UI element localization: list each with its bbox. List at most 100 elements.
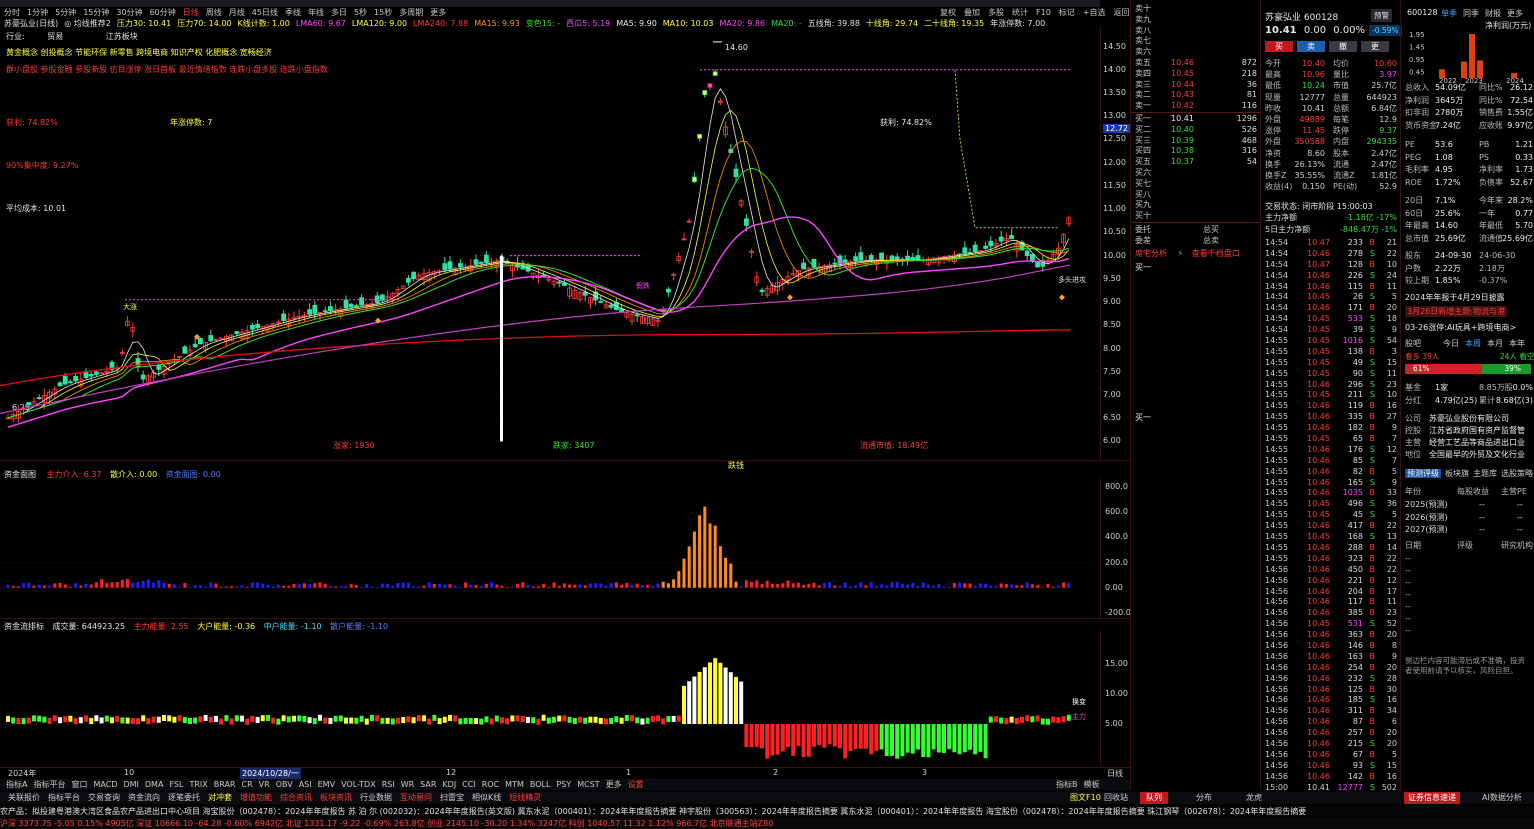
predict-tab-0[interactable]: 预测评级 bbox=[1405, 469, 1441, 478]
predict-tab-1[interactable]: 板块旗 bbox=[1445, 469, 1469, 478]
tool-6[interactable]: +自选 bbox=[1083, 8, 1106, 17]
predict-tab-2[interactable]: 主题库 bbox=[1473, 469, 1497, 478]
trade-button-2[interactable]: 撤 bbox=[1329, 41, 1357, 52]
period-tab-3[interactable]: 15分钟 bbox=[83, 8, 109, 17]
hot-tab-4[interactable]: 本年 bbox=[1509, 338, 1525, 349]
orderbook-tab-1[interactable]: 分布 bbox=[1190, 792, 1218, 804]
function-tab-4[interactable]: 逐笔委托 bbox=[168, 793, 200, 802]
period-tab-14[interactable]: 15秒 bbox=[374, 8, 392, 17]
function-tab-9[interactable]: 行业数据 bbox=[360, 793, 392, 802]
tool-5[interactable]: 标记 bbox=[1059, 8, 1075, 17]
function-tab-8[interactable]: 板块资讯 bbox=[320, 793, 352, 802]
function-tab-12[interactable]: 相似K线 bbox=[472, 793, 501, 802]
tool-4[interactable]: F10 bbox=[1036, 8, 1051, 17]
tool-0[interactable]: 复权 bbox=[940, 8, 956, 17]
indicator-tab-20[interactable]: ROC bbox=[482, 780, 499, 789]
indicator-tab-4[interactable]: DMI bbox=[123, 780, 138, 789]
period-tab-16[interactable]: 更多 bbox=[430, 8, 446, 17]
recycle-link[interactable]: 回收站 bbox=[1104, 792, 1128, 804]
period-tab-13[interactable]: 5秒 bbox=[354, 8, 367, 17]
news-highlight[interactable]: 3月26日新增主题:物流与港 bbox=[1405, 306, 1507, 317]
indicator-tab-6[interactable]: FSL bbox=[169, 780, 183, 789]
period-tab-2[interactable]: 5分钟 bbox=[55, 8, 76, 17]
indicator-tab-9[interactable]: CR bbox=[242, 780, 253, 789]
f10-graph-link[interactable]: 图文F10 bbox=[1070, 792, 1101, 804]
indicator-right-tab-0[interactable]: 指标B bbox=[1056, 780, 1078, 789]
hot-tab-0[interactable]: 股吧 bbox=[1405, 338, 1421, 349]
fin-tab-1[interactable]: 同季 bbox=[1463, 9, 1479, 18]
indicator-tab-21[interactable]: MTM bbox=[505, 780, 524, 789]
stock-name[interactable]: 苏豪弘业 600128 bbox=[1265, 10, 1338, 23]
indicator-tab-13[interactable]: EMV bbox=[318, 780, 335, 789]
hot-tab-1[interactable]: 今日 bbox=[1443, 338, 1459, 349]
indicator-tab-5[interactable]: DMA bbox=[145, 780, 164, 789]
hot-tab-2[interactable]: 本周 bbox=[1465, 338, 1481, 349]
indicator-tab-24[interactable]: MCST bbox=[577, 780, 599, 789]
indicator-tab-10[interactable]: VR bbox=[259, 780, 270, 789]
indicator-tab-26[interactable]: 设置 bbox=[628, 780, 644, 789]
function-tab-5[interactable]: 对冲套 bbox=[208, 793, 232, 802]
indicator-tab-0[interactable]: 指标A bbox=[6, 780, 27, 789]
period-tab-15[interactable]: 多周期 bbox=[399, 8, 423, 17]
period-tab-1[interactable]: 1分钟 bbox=[27, 8, 48, 17]
indicator-tab-16[interactable]: WR bbox=[401, 780, 414, 789]
indicator-right-tab-1[interactable]: 模板 bbox=[1084, 780, 1100, 789]
function-tab-1[interactable]: 指标平台 bbox=[48, 793, 80, 802]
indicator-tab-18[interactable]: KDJ bbox=[442, 780, 456, 789]
indicator-tab-23[interactable]: PSY bbox=[556, 780, 571, 789]
indicator-tab-15[interactable]: RSI bbox=[382, 780, 395, 789]
function-tab-13[interactable]: 短线精灵 bbox=[509, 793, 541, 802]
period-tab-11[interactable]: 年线 bbox=[308, 8, 324, 17]
seat-analysis-link[interactable]: 席宅分析 bbox=[1135, 249, 1167, 258]
side-bottom-tab-1[interactable]: AI数据分析 bbox=[1478, 792, 1526, 804]
period-tab-4[interactable]: 30分钟 bbox=[116, 8, 142, 17]
indicator-tab-2[interactable]: 窗口 bbox=[71, 780, 87, 789]
trade-button-1[interactable]: 卖 bbox=[1297, 41, 1325, 52]
function-tab-0[interactable]: 关联报价 bbox=[8, 793, 40, 802]
function-tab-3[interactable]: 资金流向 bbox=[128, 793, 160, 802]
ind1-chart[interactable] bbox=[0, 478, 1100, 618]
indicator-tab-7[interactable]: TRIX bbox=[189, 780, 207, 789]
fin-tab-2[interactable]: 财报 bbox=[1485, 9, 1501, 18]
side-bottom-tab-0[interactable]: 证券信息速递 bbox=[1404, 792, 1460, 804]
function-tab-7[interactable]: 综合资讯 bbox=[280, 793, 312, 802]
tool-7[interactable]: 返回 bbox=[1113, 8, 1129, 17]
theme-line[interactable]: 03-26涨停:AI玩具+跨境电商> bbox=[1405, 322, 1516, 333]
indicator-tab-12[interactable]: ASI bbox=[299, 780, 312, 789]
indicator-tab-8[interactable]: BRAR bbox=[214, 780, 236, 789]
indicator-tab-22[interactable]: BOLL bbox=[530, 780, 551, 789]
ind2-chart[interactable] bbox=[0, 630, 1100, 766]
news-ticker[interactable]: 农产品：拟投建粤港澳大湾区食品农产品进出口中心项目 海宝股份（002478）：2… bbox=[0, 806, 1534, 817]
indicator-tab-11[interactable]: OBV bbox=[276, 780, 293, 789]
hot-tab-3[interactable]: 本月 bbox=[1487, 338, 1503, 349]
trade-button-0[interactable]: 买 bbox=[1265, 41, 1293, 52]
kline-chart[interactable] bbox=[0, 28, 1100, 460]
thousand-level-link[interactable]: 查看千档盘口 bbox=[1192, 249, 1240, 258]
fin-tab-3[interactable]: 更多 bbox=[1507, 9, 1523, 18]
period-tab-12[interactable]: 多日 bbox=[331, 8, 347, 17]
period-tab-9[interactable]: 45日线 bbox=[252, 8, 278, 17]
orderbook-tab-0[interactable]: 队列 bbox=[1140, 792, 1168, 804]
function-tab-2[interactable]: 交易查询 bbox=[88, 793, 120, 802]
period-tab-8[interactable]: 月线 bbox=[229, 8, 245, 17]
function-tab-10[interactable]: 互动易问 bbox=[400, 793, 432, 802]
fin-tab-0[interactable]: 单季 bbox=[1441, 9, 1457, 18]
warn-badge[interactable]: 预警 bbox=[1371, 9, 1392, 22]
trade-button-3[interactable]: 更 bbox=[1361, 41, 1389, 52]
predict-tab-3[interactable]: 选股策略 bbox=[1501, 469, 1533, 478]
period-tab-5[interactable]: 60分钟 bbox=[150, 8, 176, 17]
orderbook-tab-2[interactable]: 龙虎 bbox=[1240, 792, 1268, 804]
period-tab-0[interactable]: 分时 bbox=[4, 8, 20, 17]
function-tab-11[interactable]: 扫雷宝 bbox=[440, 793, 464, 802]
indicator-tab-19[interactable]: CCI bbox=[462, 780, 476, 789]
tool-2[interactable]: 多股 bbox=[988, 8, 1004, 17]
period-tab-10[interactable]: 季线 bbox=[285, 8, 301, 17]
tool-3[interactable]: 统计 bbox=[1012, 8, 1028, 17]
indicator-tab-25[interactable]: 更多 bbox=[606, 780, 622, 789]
period-tab-6[interactable]: 日线 bbox=[183, 8, 199, 17]
indicator-tab-1[interactable]: 指标平台 bbox=[33, 780, 65, 789]
indicator-tab-17[interactable]: SAR bbox=[420, 780, 436, 789]
tool-1[interactable]: 叠加 bbox=[964, 8, 980, 17]
indicator-tab-14[interactable]: VOL-TDX bbox=[341, 780, 376, 789]
indicator-tab-3[interactable]: MACD bbox=[93, 780, 117, 789]
